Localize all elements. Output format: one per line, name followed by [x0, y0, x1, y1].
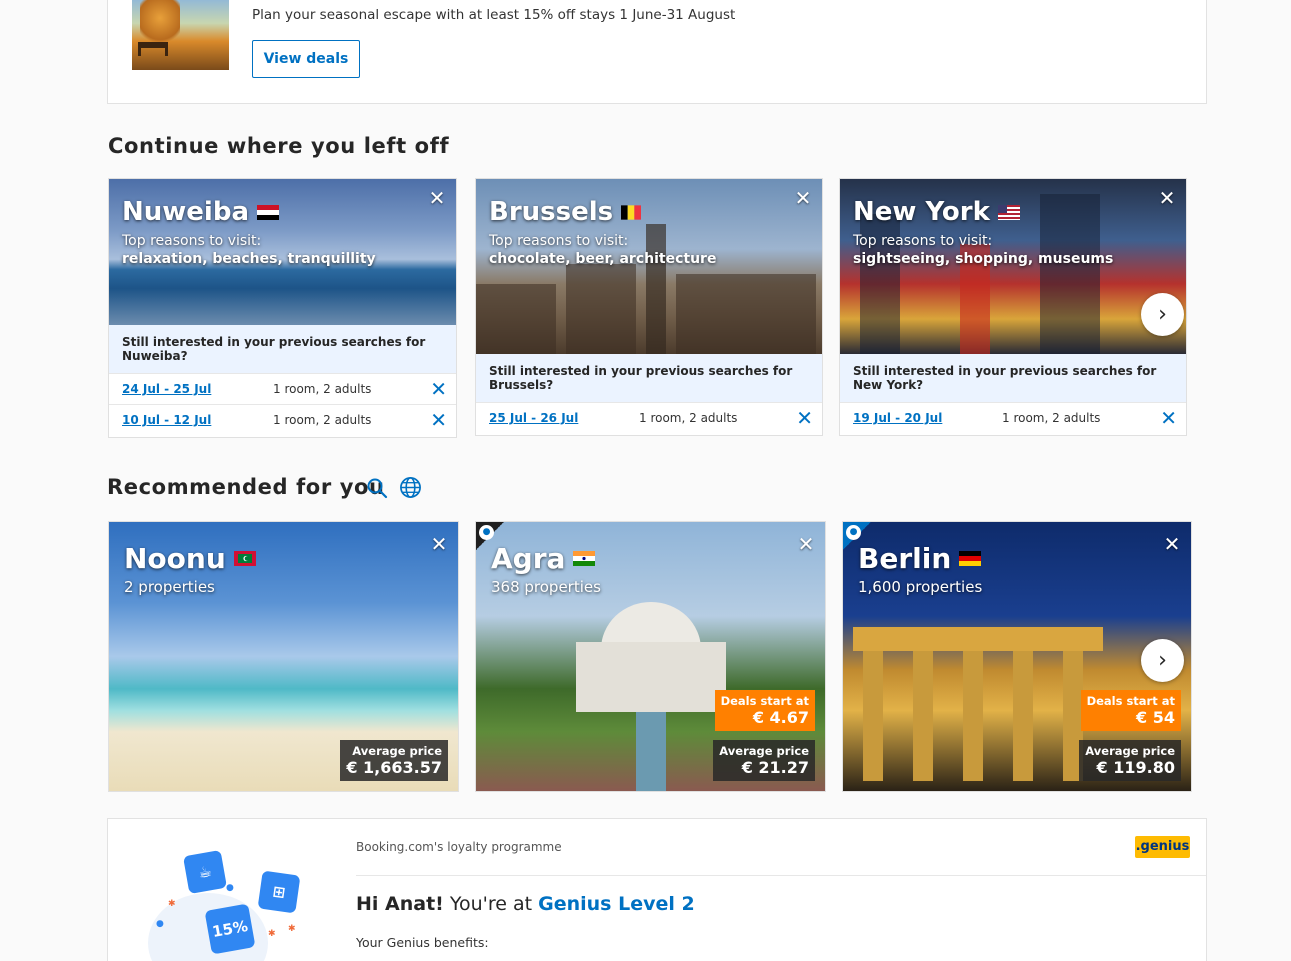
remove-search-icon[interactable]: ✕: [430, 410, 447, 430]
loyalty-programme-label: Booking.com's loyalty programme: [356, 840, 562, 854]
city-name: Berlin: [858, 542, 982, 575]
reasons-text: sightseeing, shopping, museums: [853, 251, 1114, 267]
search-row[interactable]: 24 Jul - 25 Jul 1 room, 2 adults ✕: [109, 373, 456, 404]
search-icon[interactable]: [366, 477, 388, 499]
remove-search-icon[interactable]: ✕: [430, 379, 447, 399]
search-dates-link[interactable]: 19 Jul - 20 Jul: [853, 411, 1002, 425]
destination-image: Nuweiba Top reasons to visit: relaxation…: [109, 179, 456, 325]
still-interested-text: Still interested in your previous search…: [840, 354, 1186, 402]
divider: [356, 875, 1206, 876]
city-name: Noonu: [124, 542, 256, 575]
recommended-section-title: Recommended for you: [107, 475, 385, 499]
chevron-right-icon: ›: [1158, 648, 1167, 673]
close-icon[interactable]: ✕: [1158, 188, 1176, 208]
promo-text: Plan your seasonal escape with at least …: [252, 7, 736, 23]
average-price-box: Average price € 21.27: [713, 740, 815, 781]
genius-level-link[interactable]: Genius Level 2: [538, 893, 695, 915]
promo-thumbnail: [132, 0, 229, 70]
reasons-label: Top reasons to visit:: [122, 233, 262, 249]
search-dates-link[interactable]: 10 Jul - 12 Jul: [122, 413, 273, 427]
still-interested-text: Still interested in your previous search…: [476, 354, 822, 402]
continue-section-title: Continue where you left off: [108, 134, 450, 158]
city-name: Agra: [491, 542, 596, 575]
search-guests: 1 room, 2 adults: [1002, 411, 1101, 425]
average-price-box: Average price € 119.80: [1079, 740, 1181, 781]
genius-benefits-label: Your Genius benefits:: [356, 935, 489, 950]
continue-card-new-york[interactable]: New York Top reasons to visit: sightseei…: [839, 178, 1187, 436]
close-icon[interactable]: ✕: [428, 188, 446, 208]
reasons-label: Top reasons to visit:: [853, 233, 993, 249]
still-interested-text: Still interested in your previous search…: [109, 325, 456, 373]
search-guests: 1 room, 2 adults: [273, 413, 372, 427]
close-icon[interactable]: ✕: [794, 188, 812, 208]
deal-price-box: Deals start at € 4.67: [714, 690, 815, 731]
gift-icon: ⊞: [257, 870, 301, 914]
recommended-card-noonu[interactable]: Noonu 2 properties ✕ Average price € 1,6…: [108, 521, 459, 792]
next-arrow-button[interactable]: ›: [1141, 639, 1184, 682]
destination-image: Brussels Top reasons to visit: chocolate…: [476, 179, 822, 354]
reasons-label: Top reasons to visit:: [489, 233, 629, 249]
close-icon[interactable]: ✕: [1163, 534, 1181, 554]
search-row[interactable]: 25 Jul - 26 Jul 1 room, 2 adults ✕: [476, 402, 822, 433]
user-icon: ●: [846, 525, 861, 540]
reasons-text: relaxation, beaches, tranquillity: [122, 251, 376, 267]
view-deals-button[interactable]: View deals: [252, 40, 360, 78]
destination-image: New York Top reasons to visit: sightseei…: [840, 179, 1186, 354]
maldives-flag-icon: [233, 551, 256, 566]
chevron-right-icon: ›: [1158, 302, 1167, 327]
genius-logo: .genius: [1135, 836, 1190, 858]
search-guests: 1 room, 2 adults: [273, 382, 372, 396]
belgium-flag-icon: [621, 204, 642, 220]
thumbs-icon: ●: [479, 525, 494, 540]
discount-icon: 15%: [204, 903, 256, 955]
remove-search-icon[interactable]: ✕: [796, 408, 813, 428]
recommended-card-agra[interactable]: ● Agra 368 properties ✕ Deals start at €…: [475, 521, 826, 792]
reasons-text: chocolate, beer, architecture: [489, 251, 717, 267]
city-name: New York: [853, 197, 1020, 227]
egypt-flag-icon: [257, 204, 279, 220]
average-price-box: Average price € 1,663.57: [340, 740, 448, 781]
search-row[interactable]: 10 Jul - 12 Jul 1 room, 2 adults ✕: [109, 404, 456, 435]
search-row[interactable]: 19 Jul - 20 Jul 1 room, 2 adults ✕: [840, 402, 1186, 433]
genius-panel: ☕ ⊞ 15% ✱ ● ✱ ✱ ● Booking.com's loyalty …: [107, 818, 1207, 961]
genius-greeting: Hi Anat! You're at Genius Level 2: [356, 893, 695, 915]
city-name: Brussels: [489, 197, 642, 227]
close-icon[interactable]: ✕: [797, 534, 815, 554]
next-arrow-button[interactable]: ›: [1141, 293, 1184, 336]
continue-card-brussels[interactable]: Brussels Top reasons to visit: chocolate…: [475, 178, 823, 436]
globe-icon[interactable]: [399, 476, 422, 499]
search-dates-link[interactable]: 25 Jul - 26 Jul: [489, 411, 639, 425]
properties-count: 2 properties: [124, 578, 215, 596]
close-icon[interactable]: ✕: [430, 534, 448, 554]
deal-price-box: Deals start at € 54: [1080, 690, 1181, 731]
city-name: Nuweiba: [122, 197, 279, 227]
properties-count: 1,600 properties: [858, 578, 983, 596]
germany-flag-icon: [959, 551, 982, 566]
continue-card-nuweiba[interactable]: Nuweiba Top reasons to visit: relaxation…: [108, 178, 457, 438]
recommended-card-berlin[interactable]: ● Berlin 1,600 properties ✕ Deals start …: [842, 521, 1192, 792]
promo-banner: Plan your seasonal escape with at least …: [107, 0, 1207, 104]
remove-search-icon[interactable]: ✕: [1160, 408, 1177, 428]
search-dates-link[interactable]: 24 Jul - 25 Jul: [122, 382, 273, 396]
coffee-icon: ☕: [182, 849, 228, 895]
usa-flag-icon: [997, 204, 1020, 220]
search-guests: 1 room, 2 adults: [639, 411, 738, 425]
properties-count: 368 properties: [491, 578, 601, 596]
india-flag-icon: [573, 551, 596, 566]
